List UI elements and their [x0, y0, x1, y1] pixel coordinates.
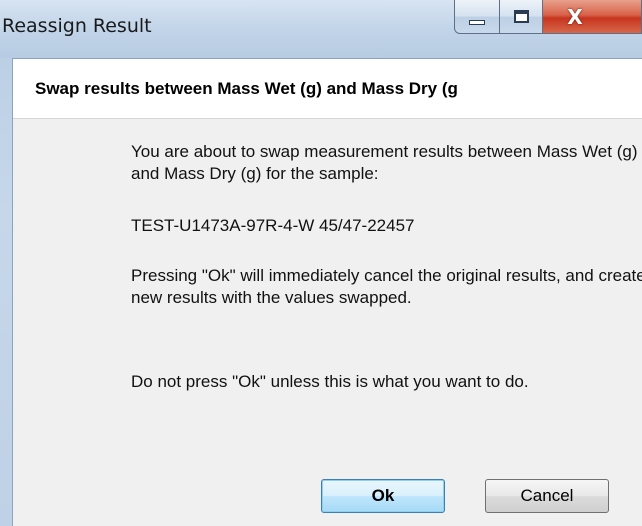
consequence-text: Pressing "Ok" will immediately cancel th…: [131, 266, 642, 307]
reassign-result-window: Reassign Result X Swap results between M…: [0, 0, 642, 526]
minimize-icon: [469, 20, 485, 25]
maximize-button[interactable]: [499, 0, 543, 34]
message-consequence: Pressing "Ok" will immediately cancel th…: [131, 265, 642, 309]
dialog-body: Swap results between Mass Wet (g) and Ma…: [12, 58, 642, 526]
sample-id-text: TEST-U1473A-97R-4-W 45/47-22457: [131, 216, 415, 235]
message-sample: TEST-U1473A-97R-4-W 45/47-22457: [131, 215, 642, 237]
warning-text: Do not press "Ok" unless this is what yo…: [131, 372, 529, 391]
message-warning: Do not press "Ok" unless this is what yo…: [131, 371, 642, 393]
button-bar: Ok Cancel: [13, 459, 642, 526]
intro-text: You are about to swap measurement result…: [131, 142, 638, 183]
title-bar[interactable]: Reassign Result X: [0, 0, 642, 58]
message-intro: You are about to swap measurement result…: [131, 141, 642, 185]
close-icon: X: [567, 4, 583, 29]
close-button[interactable]: X: [542, 0, 642, 34]
cancel-button[interactable]: Cancel: [485, 479, 609, 513]
dialog-heading: Swap results between Mass Wet (g) and Ma…: [35, 79, 458, 98]
dialog-header: Swap results between Mass Wet (g) and Ma…: [13, 59, 642, 119]
maximize-icon: [513, 10, 529, 23]
window-title: Reassign Result: [2, 15, 152, 37]
minimize-button[interactable]: [454, 0, 500, 34]
ok-button[interactable]: Ok: [321, 479, 445, 513]
